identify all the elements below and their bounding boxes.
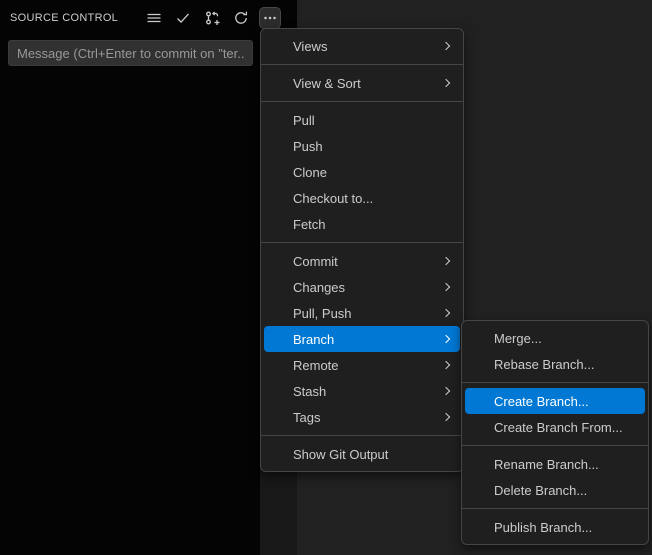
menu-item-clone[interactable]: Clone — [264, 159, 460, 185]
list-view-button[interactable] — [143, 7, 165, 29]
menu-item-pull[interactable]: Pull — [264, 107, 460, 133]
menu-item-branch[interactable]: Branch — [264, 326, 460, 352]
vscode-window: { "sidebar": { "title": "SOURCE CONTROL"… — [0, 0, 652, 555]
more-actions-button[interactable] — [259, 7, 281, 29]
menu-item-fetch[interactable]: Fetch — [264, 211, 460, 237]
submenu-item-publish-branch[interactable]: Publish Branch... — [465, 514, 645, 540]
more-actions-menu: Views View & Sort Pull Push Clone Checko… — [260, 28, 464, 472]
submenu-chevron-icon — [441, 256, 451, 266]
commit-message-input[interactable] — [8, 40, 253, 66]
menu-item-views[interactable]: Views — [264, 33, 460, 59]
menu-separator — [462, 445, 648, 446]
more-actions-icon — [262, 10, 278, 26]
submenu-item-create-branch-from[interactable]: Create Branch From... — [465, 414, 645, 440]
menu-item-push[interactable]: Push — [264, 133, 460, 159]
create-branch-button[interactable] — [201, 7, 223, 29]
menu-separator — [462, 382, 648, 383]
source-control-header: SOURCE CONTROL — [0, 0, 297, 36]
submenu-item-rename-branch[interactable]: Rename Branch... — [465, 451, 645, 477]
submenu-item-merge[interactable]: Merge... — [465, 325, 645, 351]
menu-item-commit[interactable]: Commit — [264, 248, 460, 274]
submenu-chevron-icon — [441, 386, 451, 396]
menu-item-pull-push[interactable]: Pull, Push — [264, 300, 460, 326]
menu-separator — [261, 64, 463, 65]
menu-item-view-and-sort[interactable]: View & Sort — [264, 70, 460, 96]
branch-submenu: Merge... Rebase Branch... Create Branch.… — [461, 320, 649, 545]
source-control-toolbar — [143, 7, 281, 29]
menu-separator — [261, 435, 463, 436]
submenu-chevron-icon — [441, 360, 451, 370]
submenu-item-delete-branch[interactable]: Delete Branch... — [465, 477, 645, 503]
menu-separator — [261, 242, 463, 243]
menu-item-changes[interactable]: Changes — [264, 274, 460, 300]
menu-separator — [462, 508, 648, 509]
submenu-chevron-icon — [441, 41, 451, 51]
menu-item-stash[interactable]: Stash — [264, 378, 460, 404]
submenu-chevron-icon — [441, 334, 451, 344]
list-view-icon — [146, 10, 162, 26]
menu-item-show-git-output[interactable]: Show Git Output — [264, 441, 460, 467]
submenu-item-create-branch[interactable]: Create Branch... — [465, 388, 645, 414]
menu-item-tags[interactable]: Tags — [264, 404, 460, 430]
submenu-chevron-icon — [441, 412, 451, 422]
source-control-sidebar — [0, 0, 260, 555]
submenu-item-rebase-branch[interactable]: Rebase Branch... — [465, 351, 645, 377]
refresh-button[interactable] — [230, 7, 252, 29]
git-branch-plus-icon — [204, 10, 220, 26]
submenu-chevron-icon — [441, 78, 451, 88]
commit-button[interactable] — [172, 7, 194, 29]
refresh-icon — [233, 10, 249, 26]
submenu-chevron-icon — [441, 282, 451, 292]
pane-title: SOURCE CONTROL — [10, 12, 119, 24]
menu-separator — [261, 101, 463, 102]
submenu-chevron-icon — [441, 308, 451, 318]
commit-check-icon — [175, 10, 191, 26]
menu-item-checkout-to[interactable]: Checkout to... — [264, 185, 460, 211]
menu-item-remote[interactable]: Remote — [264, 352, 460, 378]
